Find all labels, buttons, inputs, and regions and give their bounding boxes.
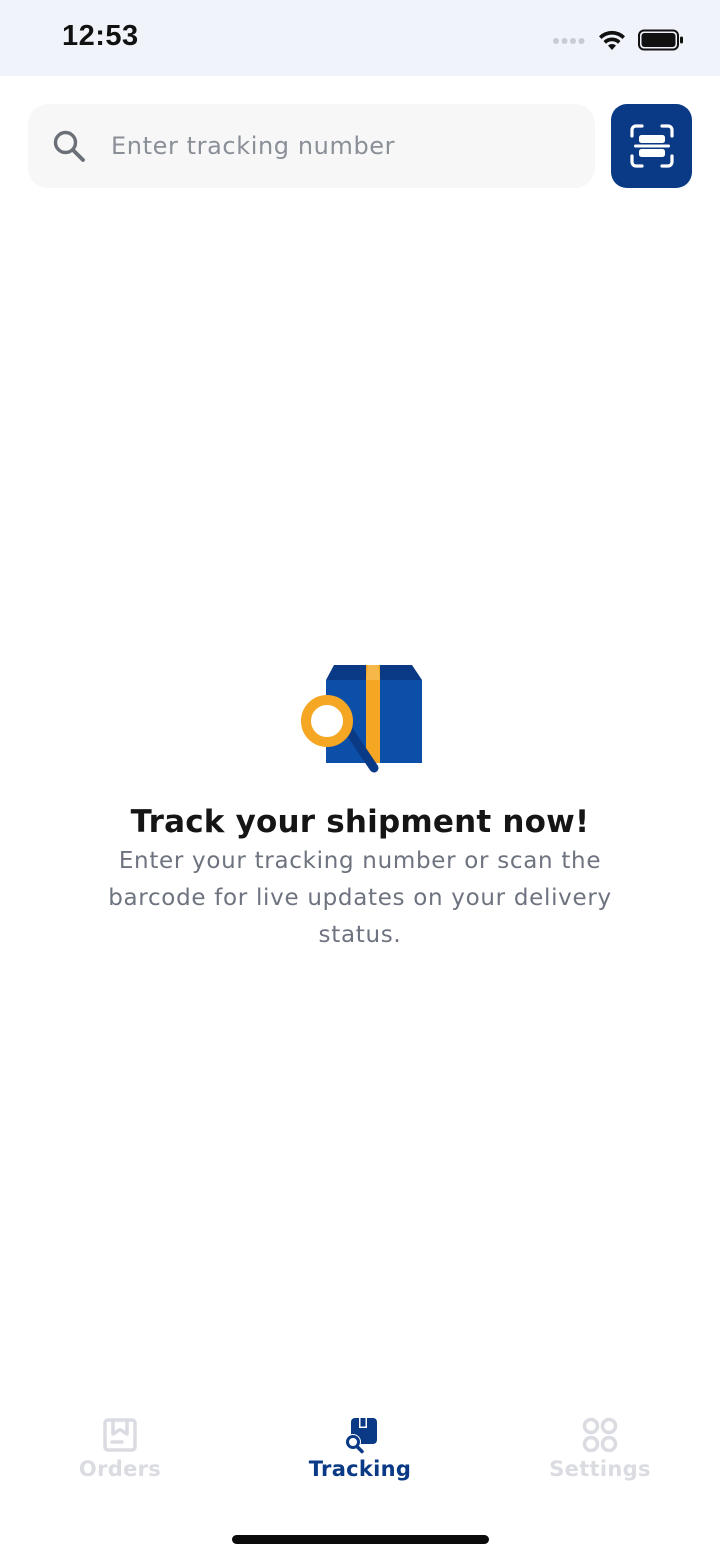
wifi-icon: [599, 30, 625, 50]
status-bar: 12:53: [0, 0, 720, 76]
tracking-icon: [345, 1418, 377, 1454]
tab-settings-label: Settings: [549, 1457, 651, 1481]
settings-icon: [582, 1417, 618, 1453]
tab-settings[interactable]: Settings: [480, 1395, 720, 1495]
status-time: 12:53: [62, 20, 139, 52]
tab-orders[interactable]: Orders: [0, 1395, 240, 1495]
tab-tracking[interactable]: Tracking: [240, 1395, 480, 1495]
barcode-scan-icon: [629, 124, 674, 168]
package-search-illustration: [301, 665, 422, 773]
battery-icon: [638, 29, 683, 51]
tracking-number-input[interactable]: [111, 104, 581, 188]
empty-state-description: Enter your tracking number or scan the b…: [108, 848, 612, 948]
tab-bar: Orders Tracking Settings: [0, 1395, 720, 1505]
status-icons: [552, 26, 684, 54]
home-indicator: [232, 1535, 489, 1544]
search-icon: [53, 130, 85, 162]
tab-tracking-label: Tracking: [308, 1457, 412, 1481]
orders-icon: [103, 1418, 137, 1452]
empty-state-title: Track your shipment now!: [130, 804, 590, 840]
tracking-screen: 12:53 Enter tracking number Track your s…: [0, 0, 720, 1558]
cellular-signal-icon: [553, 38, 585, 44]
scan-barcode-button[interactable]: [611, 104, 692, 188]
tab-orders-label: Orders: [78, 1457, 162, 1481]
